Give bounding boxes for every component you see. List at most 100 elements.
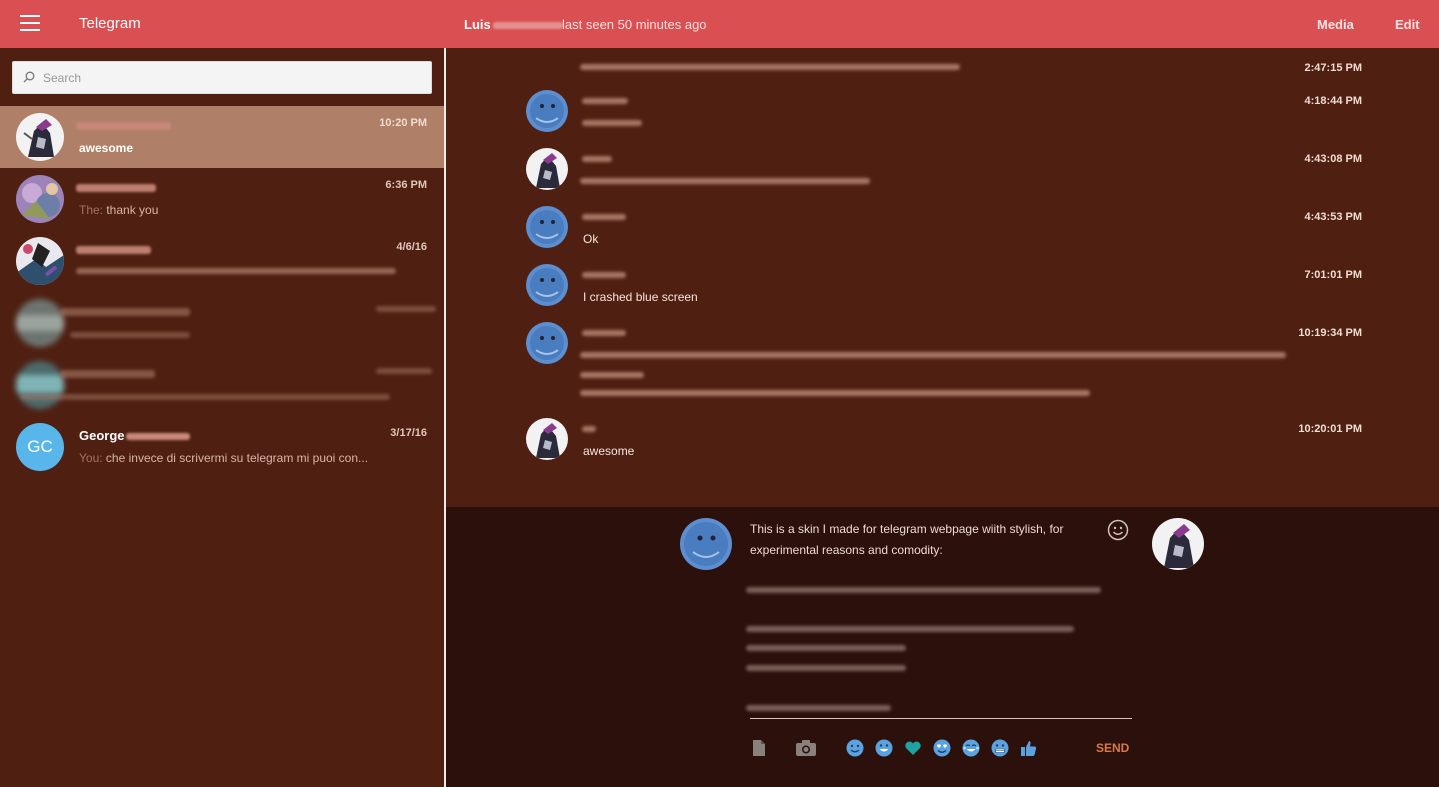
- search-icon: [23, 71, 35, 83]
- message-text-redacted: [580, 372, 644, 378]
- message-text: I crashed blue screen: [583, 290, 698, 304]
- dialog-list-sidebar: 10:20 PM awesome 6:36 PM The: thank you …: [0, 48, 444, 787]
- message-time: 4:18:44 PM: [1304, 95, 1362, 107]
- message-text: Ok: [583, 232, 599, 246]
- dialog-time-redacted: [376, 306, 436, 312]
- avatar: [526, 264, 568, 306]
- message-composer: This is a skin I made for telegram webpa…: [446, 507, 1439, 787]
- avatar: [526, 90, 568, 132]
- avatar: [16, 299, 64, 347]
- emoji-heart-icon[interactable]: [904, 739, 922, 757]
- avatar: [16, 175, 64, 223]
- app-title: Telegram: [79, 15, 141, 32]
- dialog-message-text: thank you: [103, 203, 159, 217]
- search-box[interactable]: [12, 61, 432, 94]
- emoji-grin-icon[interactable]: [875, 739, 893, 757]
- dialog-message-text: che invece di scrivermi su telegram mi p…: [102, 451, 369, 465]
- dialog-message-redacted: [70, 332, 190, 338]
- search-input[interactable]: [43, 62, 423, 93]
- media-button[interactable]: Media: [1317, 17, 1354, 32]
- message-author-redacted: [582, 98, 628, 104]
- message-author-redacted: [582, 272, 626, 278]
- avatar: [526, 418, 568, 460]
- dialog-name: George: [79, 428, 190, 443]
- dialog-time: 4/6/16: [396, 241, 427, 253]
- dialog-item[interactable]: 4/6/16: [0, 230, 444, 292]
- dialog-time: 6:36 PM: [385, 179, 427, 191]
- input-underline: [750, 718, 1132, 719]
- telegram-app: Telegram Luis last seen 50 minutes ago M…: [0, 0, 1439, 787]
- message-author-redacted: [582, 214, 626, 220]
- dialog-message-sender: The:: [79, 203, 104, 217]
- dialog-name-redacted: [125, 433, 190, 441]
- avatar: [16, 113, 64, 161]
- menu-icon[interactable]: [20, 15, 40, 31]
- emoji-heart-eyes-icon[interactable]: [933, 739, 951, 757]
- peer-name-text: Luis: [464, 17, 491, 32]
- emoji-smile-icon[interactable]: [846, 739, 864, 757]
- peer-name[interactable]: Luis: [464, 17, 563, 32]
- message-time: 2:47:15 PM: [1304, 62, 1362, 74]
- file-icon[interactable]: [750, 739, 768, 757]
- draft-text-redacted: [746, 665, 906, 671]
- self-avatar: [680, 518, 732, 570]
- send-button[interactable]: SEND: [1096, 741, 1129, 755]
- dialog-item[interactable]: GC George 3/17/16 You: che invece di scr…: [0, 416, 444, 478]
- camera-icon[interactable]: [795, 739, 817, 757]
- avatar: [526, 206, 568, 248]
- edit-button[interactable]: Edit: [1395, 17, 1420, 32]
- message-time: 4:43:53 PM: [1304, 211, 1362, 223]
- message-time: 10:20:01 PM: [1298, 423, 1362, 435]
- peer-avatar: [1152, 518, 1204, 570]
- message-text-redacted: [580, 352, 1286, 358]
- smile-icon[interactable]: [1107, 519, 1129, 541]
- dialog-name-redacted: [60, 308, 190, 316]
- message-time: 7:01:01 PM: [1304, 269, 1362, 281]
- avatar: GC: [16, 423, 64, 471]
- emoji-laugh-tears-icon[interactable]: [962, 739, 980, 757]
- message-input[interactable]: This is a skin I made for telegram webpa…: [750, 519, 1090, 561]
- dialog-message-redacted: [20, 394, 390, 400]
- message-text-redacted: [580, 390, 1090, 396]
- message-text: awesome: [583, 444, 635, 458]
- peer-status: last seen 50 minutes ago: [562, 17, 707, 32]
- message-time: 4:43:08 PM: [1304, 153, 1362, 165]
- avatar: [16, 361, 64, 409]
- dialog-time-redacted: [376, 368, 432, 374]
- dialog-message-redacted: [76, 268, 396, 274]
- avatar: [16, 237, 64, 285]
- top-bar: Telegram Luis last seen 50 minutes ago M…: [0, 0, 1439, 48]
- dialog-last-message: You: che invece di scrivermi su telegram…: [79, 451, 368, 465]
- dialog-name-redacted: [76, 246, 151, 254]
- dialog-item[interactable]: [0, 354, 444, 416]
- message-author-redacted: [582, 330, 626, 336]
- dialog-name-redacted: [76, 184, 156, 192]
- draft-text-redacted: [746, 705, 891, 711]
- message-time: 10:19:34 PM: [1298, 327, 1362, 339]
- dialog-name-text: George: [79, 428, 125, 443]
- draft-text-redacted: [746, 587, 1101, 593]
- avatar: [526, 322, 568, 364]
- draft-text-redacted: [746, 645, 906, 651]
- dialog-item[interactable]: 6:36 PM The: thank you: [0, 168, 444, 230]
- dialog-last-message: awesome: [79, 141, 134, 155]
- dialog-time: 10:20 PM: [379, 117, 427, 129]
- dialog-message-sender: You:: [79, 451, 103, 465]
- dialog-time: 3/17/16: [390, 427, 427, 439]
- message-author-redacted: [582, 426, 596, 432]
- dialog-name-redacted: [76, 122, 171, 130]
- chat-history: 2:47:15 PM 4:18:44 PM 4:43:08 PM Ok 4:43…: [446, 48, 1439, 507]
- dialog-last-message: The: thank you: [79, 203, 158, 217]
- message-author-redacted: [582, 156, 612, 162]
- avatar: [526, 148, 568, 190]
- dialog-item[interactable]: [0, 292, 444, 354]
- peer-name-redacted: [492, 22, 563, 30]
- emoji-grimace-icon[interactable]: [991, 739, 1009, 757]
- dialog-name-redacted: [60, 370, 155, 378]
- message-text-redacted: [580, 64, 960, 70]
- message-text-redacted: [580, 178, 870, 184]
- dialog-item[interactable]: 10:20 PM awesome: [0, 106, 444, 168]
- draft-text-redacted: [746, 626, 1074, 632]
- message-text-redacted: [582, 120, 642, 126]
- emoji-thumbs-up-icon[interactable]: [1020, 739, 1038, 757]
